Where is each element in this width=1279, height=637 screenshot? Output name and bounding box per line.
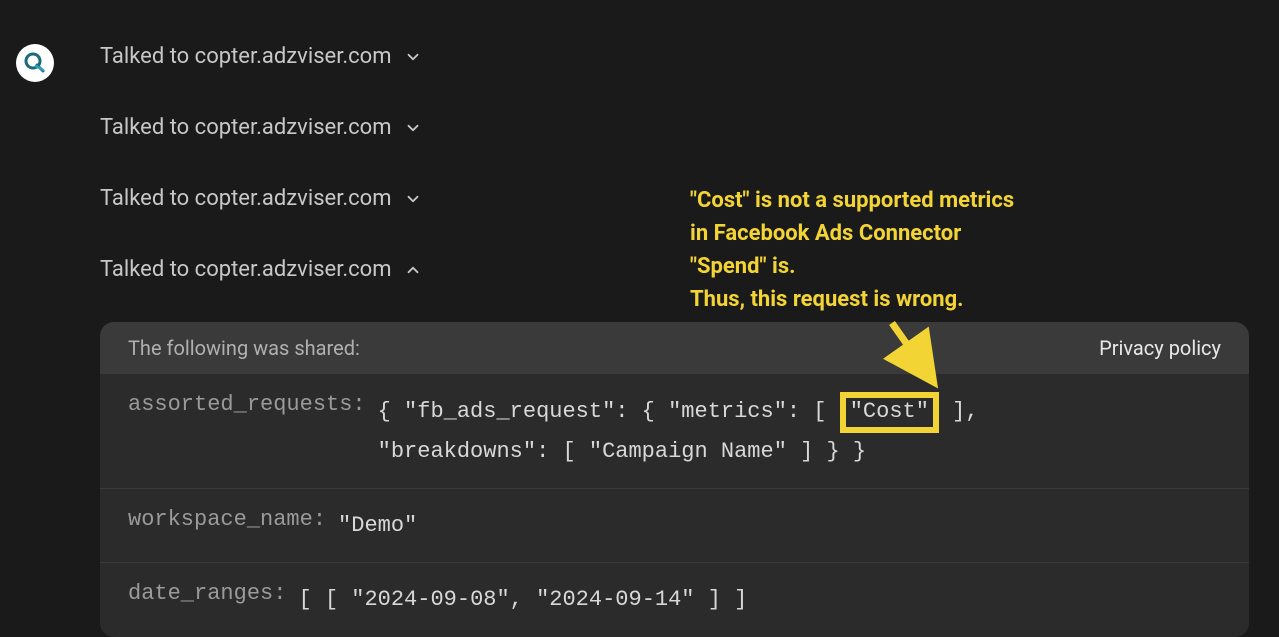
key-date-ranges: date_ranges: — [128, 581, 286, 606]
annotation-line2: in Facebook Ads Connector — [690, 217, 1014, 250]
panel-header-label: The following was shared: — [128, 336, 360, 360]
panel-body: assorted_requests: { "fb_ads_request": {… — [100, 374, 1249, 637]
annotation-line4: Thus, this request is wrong. — [690, 283, 1014, 316]
talked-row-1[interactable]: Talked to copter.adzviser.com — [100, 44, 1249, 69]
chevron-down-icon — [404, 48, 422, 66]
privacy-policy-link[interactable]: Privacy policy — [1099, 336, 1221, 360]
key-assorted-requests: assorted_requests: — [128, 392, 366, 417]
json-suffix1: ], — [939, 399, 979, 424]
value-assorted-requests: { "fb_ads_request": { "metrics": [ "Cost… — [378, 392, 979, 470]
chevron-down-icon — [404, 119, 422, 137]
row-assorted-requests: assorted_requests: { "fb_ads_request": {… — [100, 374, 1249, 489]
chevron-down-icon — [404, 190, 422, 208]
json-line2: "breakdowns": [ "Campaign Name" ] } } — [378, 439, 866, 464]
row-date-ranges: date_ranges: [ [ "2024-09-08", "2024-09-… — [100, 563, 1249, 636]
chevron-up-icon — [404, 261, 422, 279]
highlighted-cost: "Cost" — [840, 392, 939, 433]
talked-row-3[interactable]: Talked to copter.adzviser.com — [100, 186, 1249, 211]
talked-row-2[interactable]: Talked to copter.adzviser.com — [100, 115, 1249, 140]
avatar — [16, 44, 54, 82]
search-q-icon — [23, 51, 47, 75]
row-workspace-name: workspace_name: "Demo" — [100, 489, 1249, 563]
value-workspace-name: "Demo" — [338, 507, 417, 544]
talked-label: Talked to copter.adzviser.com — [100, 257, 392, 282]
value-date-ranges: [ [ "2024-09-08", "2024-09-14" ] ] — [298, 581, 747, 618]
panel-header: The following was shared: Privacy policy — [100, 322, 1249, 374]
content-area: Talked to copter.adzviser.com Talked to … — [100, 44, 1249, 637]
talked-label: Talked to copter.adzviser.com — [100, 115, 392, 140]
key-workspace-name: workspace_name: — [128, 507, 326, 532]
annotation-line1: "Cost" is not a supported metrics — [690, 184, 1014, 217]
json-prefix: { "fb_ads_request": { "metrics": [ — [378, 399, 840, 424]
talked-row-4[interactable]: Talked to copter.adzviser.com — [100, 257, 1249, 282]
shared-panel: The following was shared: Privacy policy… — [100, 322, 1249, 637]
talked-label: Talked to copter.adzviser.com — [100, 186, 392, 211]
talked-label: Talked to copter.adzviser.com — [100, 44, 392, 69]
annotation-line3: "Spend" is. — [690, 250, 1014, 283]
annotation-text: "Cost" is not a supported metrics in Fac… — [690, 184, 1014, 316]
